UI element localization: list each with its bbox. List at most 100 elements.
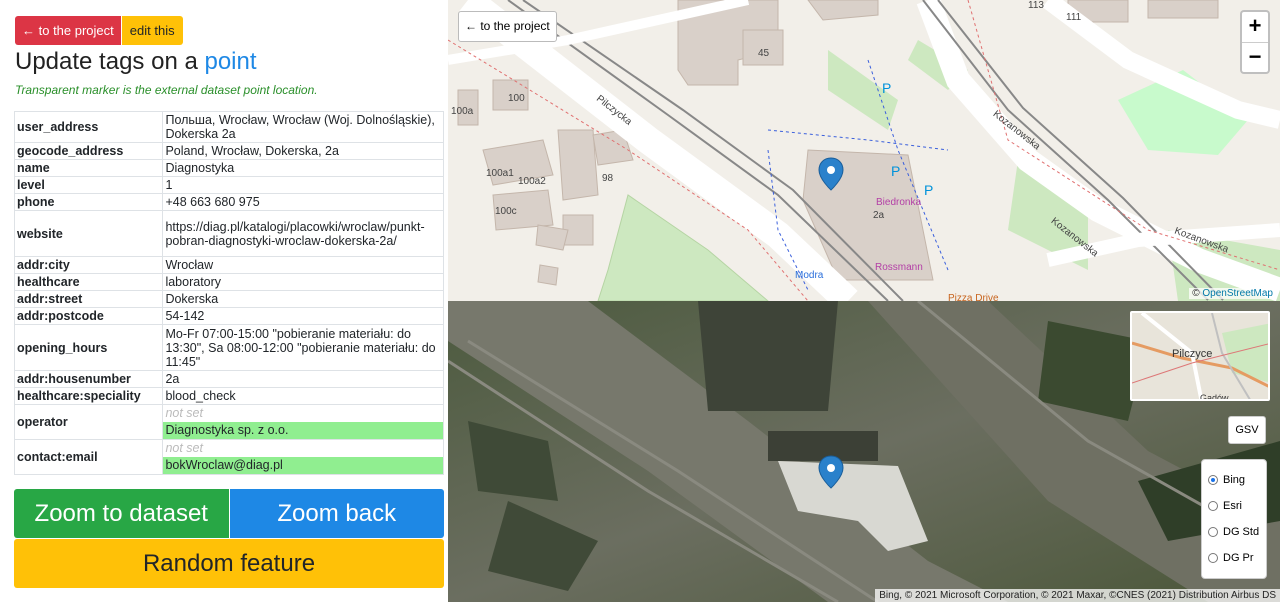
tag-row: operator not set Diagnostyka sp. z o.o.: [13, 404, 444, 440]
zoom-out-button[interactable]: −: [1242, 42, 1268, 72]
satellite-map[interactable]: Pilczyce Gądów GSV Bing Esri DG Std DG P…: [448, 301, 1280, 602]
edit-this-button[interactable]: edit this: [121, 16, 183, 45]
tag-key: level: [13, 176, 164, 194]
map-to-project-button[interactable]: ← to the project: [458, 11, 557, 42]
tag-row: phone +48 663 680 975: [13, 193, 444, 211]
tag-row: website https://diag.pl/katalogi/placowk…: [13, 210, 444, 257]
tag-value: +48 663 680 975: [162, 193, 444, 211]
tag-value: Польша, Wrocław, Wrocław (Woj. Dolnośląs…: [162, 111, 444, 143]
parking-icon-3: P: [891, 163, 901, 179]
tag-key: name: [13, 159, 164, 177]
title-prefix: Update tags on a: [15, 48, 205, 75]
gsv-button[interactable]: GSV: [1228, 416, 1266, 444]
house-number-100a: 100a: [451, 106, 474, 117]
house-number-100a1: 100a1: [486, 168, 514, 179]
tag-value: not set Diagnostyka sp. z o.o.: [162, 404, 444, 440]
page-title: Update tags on a point: [15, 48, 257, 76]
tag-row: addr:postcode 54-142: [13, 307, 444, 325]
tag-row: geocode_address Poland, Wrocław, Dokerska…: [13, 142, 444, 160]
tag-value: 54-142: [162, 307, 444, 325]
tag-key: healthcare: [13, 273, 164, 291]
tag-key: user_address: [13, 111, 164, 143]
minimap[interactable]: Pilczyce Gądów: [1130, 311, 1270, 401]
tag-row: user_address Польша, Wrocław, Wrocław (Wo…: [13, 111, 444, 143]
tag-row: level 1: [13, 176, 444, 194]
tag-key: operator: [13, 404, 164, 440]
layer-option-dg-std[interactable]: DG Std: [1208, 519, 1260, 545]
zoom-in-button[interactable]: +: [1242, 12, 1268, 42]
tag-key: geocode_address: [13, 142, 164, 160]
tag-key: website: [13, 210, 164, 257]
new-value: Diagnostyka sp. z o.o.: [163, 422, 443, 439]
tag-row: name Diagnostyka: [13, 159, 444, 177]
tag-key: addr:postcode: [13, 307, 164, 325]
osm-map[interactable]: Pilczycka Kozanowska Kozanowska Kozanows…: [448, 0, 1280, 301]
tag-row: healthcare laboratory: [13, 273, 444, 291]
zoom-to-dataset-button[interactable]: Zoom to dataset: [14, 489, 229, 538]
tag-key: addr:city: [13, 256, 164, 274]
minimap-label-pilczyce: Pilczyce: [1172, 348, 1213, 360]
house-number-98: 98: [602, 173, 614, 184]
tag-key: healthcare:speciality: [13, 387, 164, 405]
tag-value: not set bokWroclaw@diag.pl: [162, 439, 444, 475]
house-number-100c: 100c: [495, 206, 517, 217]
layer-radio-bing[interactable]: [1208, 475, 1218, 485]
layer-option-bing[interactable]: Bing: [1208, 467, 1260, 493]
layer-radio-esri[interactable]: [1208, 501, 1218, 511]
tag-value: https://diag.pl/katalogi/placowki/wrocla…: [162, 210, 444, 257]
tag-value: Dokerska: [162, 290, 444, 308]
tag-key: opening_hours: [13, 324, 164, 371]
tag-row: addr:street Dokerska: [13, 290, 444, 308]
osm-attribution: © OpenStreetMap: [1189, 288, 1276, 299]
tag-row: addr:city Wrocław: [13, 256, 444, 274]
tag-value: Mo-Fr 07:00-15:00 "pobieranie materiału:…: [162, 324, 444, 371]
random-feature-button[interactable]: Random feature: [14, 539, 444, 588]
stop-label-modra: Modra: [795, 270, 824, 281]
marker-note: Transparent marker is the external datas…: [15, 83, 318, 97]
tag-value: Diagnostyka: [162, 159, 444, 177]
point-link[interactable]: point: [204, 48, 256, 75]
house-number-2a: 2a: [873, 210, 885, 221]
tag-value: 2a: [162, 370, 444, 388]
satellite-attribution: Bing, © 2021 Microsoft Corporation, © 20…: [875, 589, 1280, 602]
top-buttons: ← to the project edit this: [15, 16, 183, 45]
parking-icon-2: P: [924, 182, 934, 198]
layer-label-dg-pr: DG Pr: [1223, 552, 1254, 564]
new-value: bokWroclaw@diag.pl: [163, 457, 443, 474]
old-value: not set: [165, 406, 203, 420]
zoom-back-button[interactable]: Zoom back: [229, 489, 444, 538]
action-buttons: Zoom to dataset Zoom back Random feature: [14, 489, 444, 588]
layer-option-dg-pr[interactable]: DG Pr: [1208, 545, 1260, 571]
tag-value: blood_check: [162, 387, 444, 405]
house-number-113: 113: [1028, 0, 1044, 11]
back-to-project-button[interactable]: ← to the project: [15, 16, 121, 45]
tag-key: addr:housenumber: [13, 370, 164, 388]
layer-label-dg-std: DG Std: [1223, 526, 1260, 538]
layer-radio-dg-std[interactable]: [1208, 527, 1218, 537]
attribution-prefix: ©: [1192, 288, 1203, 299]
tag-key: addr:street: [13, 290, 164, 308]
tag-value: Poland, Wrocław, Dokerska, 2a: [162, 142, 444, 160]
osm-attribution-link[interactable]: OpenStreetMap: [1202, 288, 1273, 299]
editor-panel: ← to the project edit this Update tags o…: [0, 0, 448, 602]
imagery-layer-selector: Bing Esri DG Std DG Pr: [1201, 459, 1267, 579]
tag-row: contact:email not set bokWroclaw@diag.pl: [13, 439, 444, 475]
house-number-111: 111: [1066, 12, 1082, 23]
shop-label-biedronka: Biedronka: [876, 197, 922, 208]
tag-row: opening_hours Mo-Fr 07:00-15:00 "pobieran…: [13, 324, 444, 371]
parking-icon-1: P: [882, 80, 892, 96]
tag-key: contact:email: [13, 439, 164, 475]
osm-map-tiles: [448, 0, 1280, 301]
tag-key: phone: [13, 193, 164, 211]
tags-table: user_address Польша, Wrocław, Wrocław (Wo…: [13, 111, 444, 475]
house-number-100a2: 100a2: [518, 176, 546, 187]
tag-row: healthcare:speciality blood_check: [13, 387, 444, 405]
layer-radio-dg-pr[interactable]: [1208, 553, 1218, 563]
zoom-control: + −: [1240, 10, 1270, 74]
house-number-100: 100: [508, 93, 525, 104]
house-number-45: 45: [758, 48, 770, 59]
tag-row: addr:housenumber 2a: [13, 370, 444, 388]
tag-value: 1: [162, 176, 444, 194]
layer-label-esri: Esri: [1223, 500, 1242, 512]
layer-option-esri[interactable]: Esri: [1208, 493, 1260, 519]
